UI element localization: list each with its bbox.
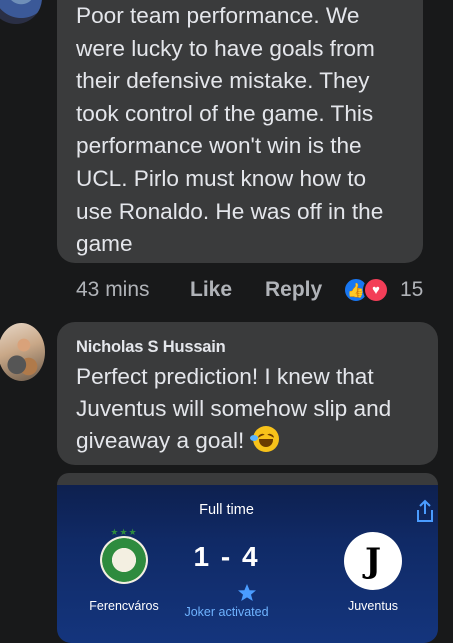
comment-timestamp[interactable]: 43 mins (76, 276, 150, 304)
reply-button[interactable]: Reply (265, 276, 322, 304)
comment-author[interactable]: Nicholas S Hussain (76, 337, 226, 357)
juventus-crest-icon: J (344, 532, 402, 590)
share-icon[interactable] (414, 499, 436, 523)
comment-text-body: Perfect prediction! I knew that Juventus… (76, 364, 392, 453)
reaction-count[interactable]: 15 (400, 276, 423, 304)
reactions-summary[interactable]: 👍 ♥ (343, 277, 393, 303)
comment-text: Poor team performance. We were lucky to … (76, 3, 384, 257)
like-button[interactable]: Like (190, 276, 232, 304)
rolling-laughing-emoji-icon (249, 426, 279, 452)
joker-star-icon (238, 584, 256, 601)
comment-text: Perfect prediction! I knew that Juventus… (76, 361, 428, 457)
avatar[interactable] (0, 323, 45, 381)
love-icon: ♥ (363, 277, 389, 303)
match-status: Full time (199, 502, 254, 518)
avatar[interactable] (0, 0, 42, 24)
joker-status: Joker activated (184, 605, 269, 619)
card-top-edge (57, 473, 438, 485)
